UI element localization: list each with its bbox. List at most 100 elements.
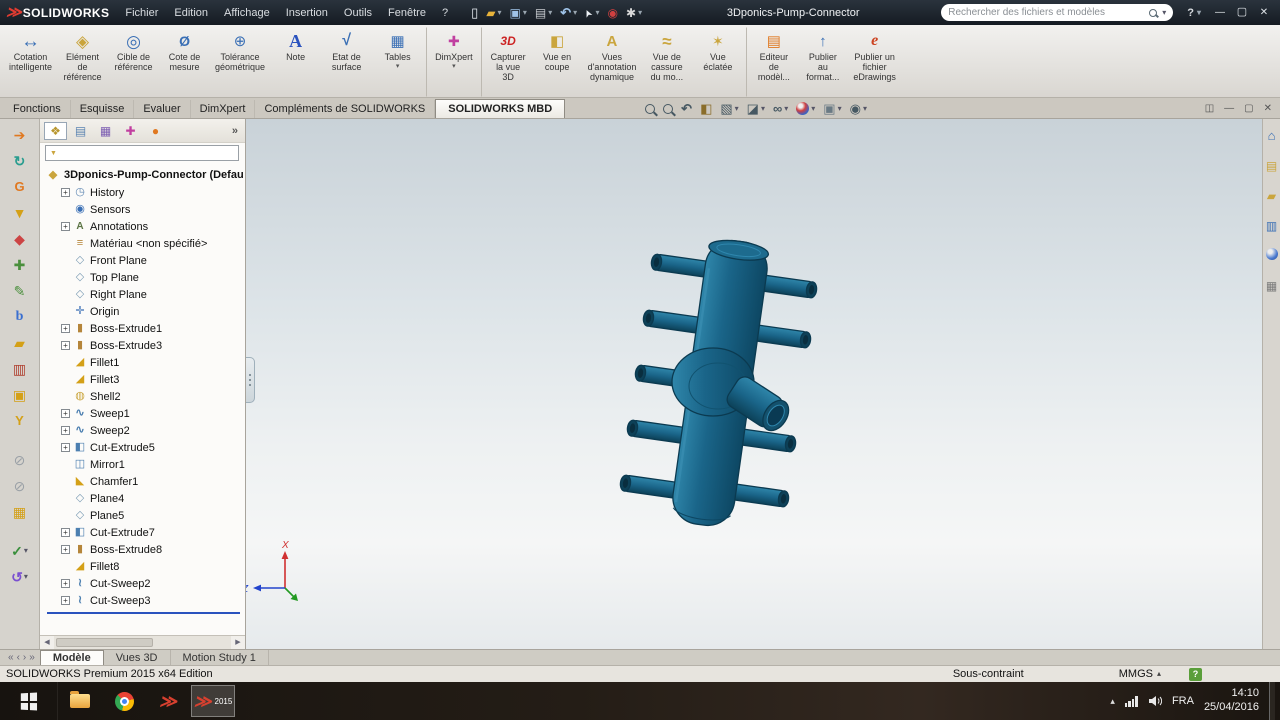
ribbon-button[interactable]: Editeur de modèl... (746, 27, 797, 97)
toolbar-button[interactable] (605, 5, 621, 21)
toolbar-button[interactable] (13, 503, 26, 520)
expand-icon[interactable]: + (61, 426, 70, 435)
tray-expand-icon[interactable] (1110, 697, 1115, 706)
ribbon-button[interactable]: Tolérance géométrique (210, 27, 270, 97)
ribbon-button[interactable]: Elément de référence (57, 27, 108, 97)
tree-item[interactable]: + Cut-Extrude7 (42, 524, 245, 541)
task-pane-tab[interactable] (1266, 277, 1277, 295)
toolbar-button[interactable] (15, 412, 24, 429)
ribbon-button[interactable]: Note (270, 27, 321, 97)
tree-item[interactable]: + History (42, 184, 245, 201)
toolbar-button[interactable] (468, 4, 481, 21)
toolbar-button[interactable] (582, 6, 602, 20)
pump-connector-part[interactable] (619, 237, 818, 529)
tree-item[interactable]: + Cut-Sweep2 (42, 575, 245, 592)
panel-tab[interactable] (44, 122, 67, 140)
menu-item[interactable]: Insertion (278, 2, 336, 24)
expand-icon[interactable]: + (61, 545, 70, 554)
ribbon-button[interactable]: DimXpert (426, 27, 478, 97)
ribbon-button[interactable]: Vue en coupe (532, 27, 583, 97)
menu-item[interactable]: Fichier (117, 2, 166, 24)
ribbon-tab[interactable]: DimXpert (191, 100, 256, 118)
ribbon-button[interactable]: Vues d'annotation dynamique (583, 27, 642, 97)
tree-item[interactable]: + Boss-Extrude3 (42, 337, 245, 354)
network-icon[interactable] (1124, 695, 1138, 707)
view-tool-button[interactable] (645, 103, 656, 114)
task-pane-tab[interactable] (1265, 247, 1278, 265)
toolbar-button[interactable] (14, 282, 26, 299)
expand-icon[interactable]: + (61, 579, 70, 588)
restore-doc-icon[interactable] (1244, 104, 1253, 114)
ribbon-button[interactable]: Cote de mesure (159, 27, 210, 97)
taskbar-file-explorer[interactable] (58, 682, 102, 720)
task-pane-tab[interactable] (1267, 187, 1276, 205)
tree-item[interactable]: + Cut-Sweep3 (42, 592, 245, 609)
toolbar-button[interactable] (13, 360, 26, 377)
tree-item[interactable]: + Sensors (42, 201, 245, 218)
menu-item[interactable]: Edition (166, 2, 216, 24)
ribbon-button[interactable]: Etat de surface (321, 27, 372, 97)
tree-item[interactable]: + Sweep1 (42, 405, 245, 422)
taskbar-solidworks-2015-active[interactable]: 2015 (191, 685, 235, 717)
expand-icon[interactable]: + (61, 596, 70, 605)
panel-overflow-chevron[interactable]: » (232, 125, 240, 137)
ribbon-tab[interactable]: Fonctions (4, 100, 71, 118)
toolbar-button[interactable] (14, 152, 26, 169)
ribbon-button[interactable]: Tables (372, 27, 423, 97)
toolbar-button[interactable] (14, 256, 26, 273)
tree-item[interactable]: + Matériau <non spécifié> (42, 235, 245, 252)
minimize-icon[interactable] (1209, 4, 1231, 22)
tree-item[interactable]: + Boss-Extrude1 (42, 320, 245, 337)
tree-item[interactable]: + Mirror1 (42, 456, 245, 473)
minimize-doc-icon[interactable] (1224, 104, 1234, 114)
view-tool-button[interactable] (720, 102, 738, 115)
scrollbar-track[interactable] (54, 636, 231, 649)
menu-item[interactable]: Fenêtre (380, 2, 434, 24)
tree-filter-input[interactable] (60, 147, 234, 159)
ribbon-button[interactable]: Vue de cassure du mo... (641, 27, 692, 97)
toolbar-button[interactable] (14, 451, 26, 468)
toolbar-button[interactable] (14, 126, 26, 143)
toolbar-button[interactable] (506, 5, 529, 21)
tree-item[interactable]: + Chamfer1 (42, 473, 245, 490)
expand-icon[interactable]: + (61, 188, 70, 197)
tree-item[interactable]: + Plane5 (42, 507, 245, 524)
help-menu[interactable]: ? (1179, 7, 1209, 19)
toolbar-button[interactable] (11, 568, 28, 585)
view-tool-button[interactable] (823, 102, 841, 115)
ribbon-button[interactable]: Publier au format... (797, 27, 848, 97)
view-tool-button[interactable] (663, 103, 674, 114)
expand-icon[interactable]: + (61, 341, 70, 350)
toolbar-button[interactable] (14, 178, 24, 195)
speaker-icon[interactable] (1148, 695, 1162, 707)
scrollbar-thumb[interactable] (56, 638, 154, 647)
ribbon-tab[interactable]: SOLIDWORKS MBD (435, 99, 566, 118)
tree-item[interactable]: + Annotations (42, 218, 245, 235)
maximize-icon[interactable] (1231, 4, 1253, 22)
toolbar-button[interactable] (483, 5, 504, 21)
scroll-right-icon[interactable] (231, 636, 245, 649)
view-tool-button[interactable] (747, 102, 765, 115)
tree-item[interactable]: + Right Plane (42, 286, 245, 303)
expand-icon[interactable]: + (61, 443, 70, 452)
panel-tab[interactable] (144, 122, 167, 140)
task-pane-tab[interactable] (1266, 157, 1277, 175)
rollback-bar[interactable] (47, 612, 240, 614)
panel-tab[interactable] (94, 122, 117, 140)
tree-item[interactable]: + Origin (42, 303, 245, 320)
viewport-split-icon[interactable] (1205, 104, 1214, 114)
tree-item[interactable]: + Boss-Extrude8 (42, 541, 245, 558)
document-tab[interactable]: Modèle (39, 650, 104, 665)
search-options-caret-icon[interactable] (1162, 9, 1166, 17)
ribbon-button[interactable]: Publier un fichier eDrawings (848, 27, 901, 97)
panel-tab[interactable] (119, 122, 142, 140)
close-doc-icon[interactable] (1264, 104, 1272, 114)
ribbon-button[interactable]: Vue éclatée (692, 27, 743, 97)
graphics-viewport[interactable]: X Z (246, 119, 1262, 649)
document-tab[interactable]: Vues 3D (104, 650, 171, 665)
menu-item[interactable]: Affichage (216, 2, 278, 24)
tab-scroll-button[interactable]: ‹ (17, 652, 20, 663)
tree-horizontal-scrollbar[interactable] (40, 635, 245, 649)
taskbar-solidworks[interactable] (146, 682, 190, 720)
tree-root-item[interactable]: 3Dponics-Pump-Connector (Defau (42, 166, 245, 184)
